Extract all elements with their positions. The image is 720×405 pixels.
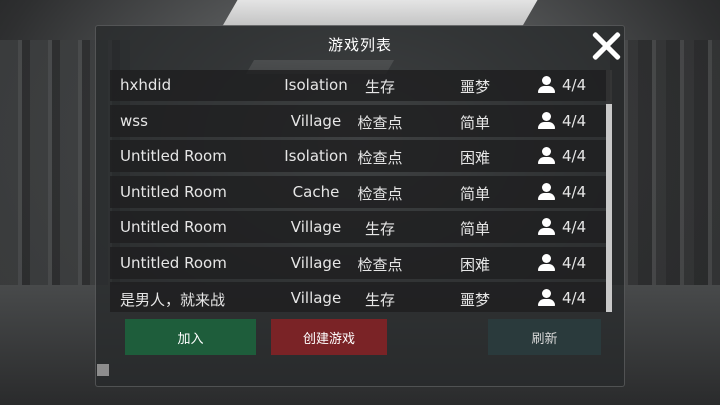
room-difficulty: 噩梦 — [459, 78, 490, 96]
room-row[interactable]: Untitled Room Village 检查点 困难 4/4 — [110, 246, 610, 279]
person-icon — [537, 147, 557, 165]
room-name: 是男人，就来战 — [120, 291, 226, 309]
person-icon — [537, 111, 557, 130]
person-icon — [537, 253, 557, 272]
room-row[interactable]: Untitled Room Village 生存 简单 4/4 — [110, 211, 610, 243]
room-row[interactable]: hxhdid Isolation 生存 噩梦 4/4 — [110, 70, 610, 101]
room-players: 4/4 — [562, 147, 587, 165]
room-difficulty: 困难 — [459, 149, 490, 167]
room-name: hxhdid — [120, 76, 172, 94]
room-players: 4/4 — [562, 289, 587, 307]
room-name: Untitled Room — [120, 218, 227, 236]
room-row[interactable]: Untitled Room Cache 检查点 简单 4/4 — [110, 175, 610, 208]
room-difficulty: 简单 — [459, 184, 490, 203]
room-name: wss — [120, 111, 148, 130]
room-difficulty: 简单 — [459, 113, 490, 132]
room-players: 4/4 — [562, 182, 587, 201]
room-name: Untitled Room — [120, 253, 227, 272]
scrollbar-thumb[interactable] — [606, 104, 612, 312]
room-mode: 检查点 — [357, 255, 403, 274]
room-players: 4/4 — [562, 111, 587, 130]
room-mode: 检查点 — [357, 113, 403, 132]
room-row[interactable]: 是男人，就来战 Village 生存 噩梦 4/4 — [110, 282, 610, 312]
room-row[interactable]: wss Village 检查点 简单 4/4 — [110, 104, 610, 137]
panel-title: 游戏列表 — [327, 36, 392, 54]
list-scrollbar[interactable] — [606, 70, 612, 312]
room-name: Untitled Room — [120, 147, 227, 165]
room-mode: 检查点 — [357, 184, 403, 203]
room-list[interactable]: hxhdid Isolation 生存 噩梦 4/4 wss Village 检… — [110, 70, 610, 312]
room-mode: 生存 — [364, 78, 395, 96]
close-icon[interactable] — [590, 30, 622, 62]
corner-square — [97, 364, 109, 376]
person-icon — [537, 182, 557, 201]
room-mode: 生存 — [364, 291, 395, 309]
join-button[interactable]: 加入 — [125, 319, 256, 355]
room-difficulty: 困难 — [459, 255, 490, 274]
room-difficulty: 噩梦 — [459, 291, 490, 309]
person-icon — [537, 218, 557, 236]
refresh-button[interactable]: 刷新 — [488, 319, 601, 355]
room-mode: 检查点 — [357, 149, 403, 167]
room-players: 4/4 — [562, 218, 587, 236]
room-name: Untitled Room — [120, 182, 227, 201]
room-players: 4/4 — [562, 253, 587, 272]
person-icon — [537, 76, 557, 94]
person-icon — [537, 289, 557, 307]
room-mode: 生存 — [364, 220, 395, 238]
ceiling-light — [222, 0, 538, 26]
create-game-button[interactable]: 创建游戏 — [271, 319, 387, 355]
room-players: 4/4 — [562, 76, 587, 94]
room-difficulty: 简单 — [459, 220, 490, 238]
room-row[interactable]: Untitled Room Isolation 检查点 困难 4/4 — [110, 140, 610, 172]
